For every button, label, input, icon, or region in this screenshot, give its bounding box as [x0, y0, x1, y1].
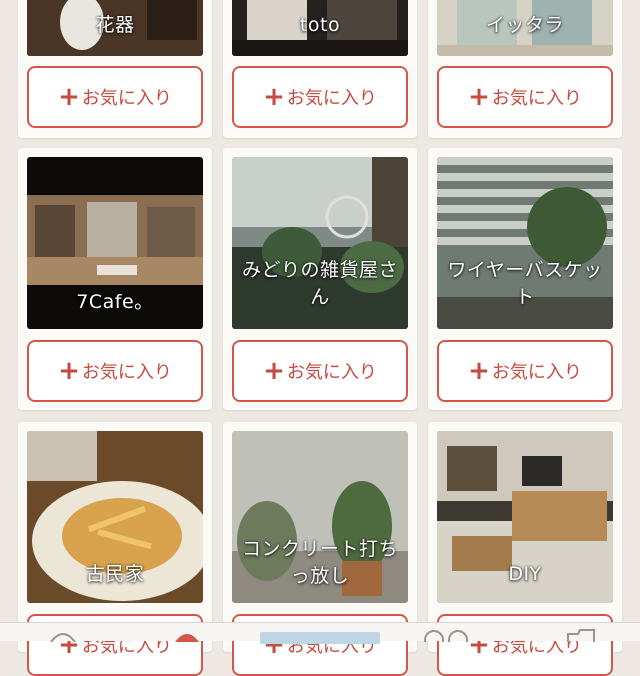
favorite-button[interactable]: + お気に入り — [232, 66, 408, 128]
tag-card: 花器 + お気に入り — [18, 0, 212, 138]
tag-card: イッタラ + お気に入り — [428, 0, 622, 138]
favorite-label: お気に入り — [491, 88, 582, 109]
bottom-tab-bar — [0, 622, 640, 650]
favorite-button[interactable]: + お気に入り — [437, 340, 613, 402]
notification-icon[interactable] — [172, 627, 202, 646]
plus-icon: + — [263, 82, 285, 112]
tag-card: コンクリート打ち っ放し + お気に入り — [223, 422, 417, 676]
favorite-button[interactable]: + お気に入り — [27, 340, 203, 402]
tag-grid: 花器 + お気に入り toto + お気に入り イッタラ + お気に入り 7Ca… — [0, 0, 640, 676]
plus-icon: + — [468, 356, 490, 386]
favorite-label: お気に入り — [491, 362, 582, 383]
tag-thumbnail[interactable]: イッタラ — [437, 0, 613, 56]
favorite-button[interactable]: + お気に入り — [437, 66, 613, 128]
tag-card: DIY + お気に入り — [428, 422, 622, 676]
camera-icon[interactable] — [260, 629, 380, 648]
tag-caption: DIY — [508, 563, 542, 585]
favorite-label: お気に入り — [286, 88, 377, 109]
tag-thumbnail[interactable]: コンクリート打ち っ放し — [232, 431, 408, 603]
tag-card: 古民家 + お気に入り — [18, 422, 212, 676]
tag-caption: toto — [299, 14, 341, 36]
tag-caption: イッタラ — [485, 14, 564, 36]
home-icon[interactable] — [48, 627, 78, 646]
favorite-label: お気に入り — [286, 362, 377, 383]
plus-icon: + — [263, 356, 285, 386]
plus-icon: + — [468, 82, 490, 112]
favorite-button[interactable]: + お気に入り — [232, 340, 408, 402]
tag-caption: 古民家 — [85, 563, 145, 585]
tag-thumbnail[interactable]: みどりの雑貨屋さん — [232, 157, 408, 329]
favorite-button[interactable]: + お気に入り — [27, 66, 203, 128]
tag-thumbnail[interactable]: ワイヤーバスケット — [437, 157, 613, 329]
plus-icon: + — [58, 356, 80, 386]
tag-card: 7Cafe。 + お気に入り — [18, 148, 212, 410]
tag-card: ワイヤーバスケット + お気に入り — [428, 148, 622, 410]
tag-thumbnail[interactable]: toto — [232, 0, 408, 56]
people-icon[interactable] — [422, 627, 472, 650]
tag-caption: ワイヤーバスケット — [447, 259, 603, 308]
tag-thumbnail[interactable]: 古民家 — [27, 431, 203, 603]
tag-caption: みどりの雑貨屋さん — [241, 259, 398, 308]
tag-card: toto + お気に入り — [223, 0, 417, 138]
tag-thumbnail[interactable]: DIY — [437, 431, 613, 603]
tag-thumbnail[interactable]: 7Cafe。 — [27, 157, 203, 329]
tag-caption: 花器 — [95, 14, 135, 36]
tag-caption: コンクリート打ち っ放し — [241, 538, 398, 587]
plus-icon: + — [58, 82, 80, 112]
favorite-label: お気に入り — [81, 88, 172, 109]
tag-thumbnail[interactable]: 花器 — [27, 0, 203, 56]
tag-card: みどりの雑貨屋さん + お気に入り — [223, 148, 417, 410]
tag-caption: 7Cafe。 — [76, 291, 154, 313]
folder-icon[interactable] — [566, 627, 596, 646]
favorite-label: お気に入り — [81, 362, 172, 383]
